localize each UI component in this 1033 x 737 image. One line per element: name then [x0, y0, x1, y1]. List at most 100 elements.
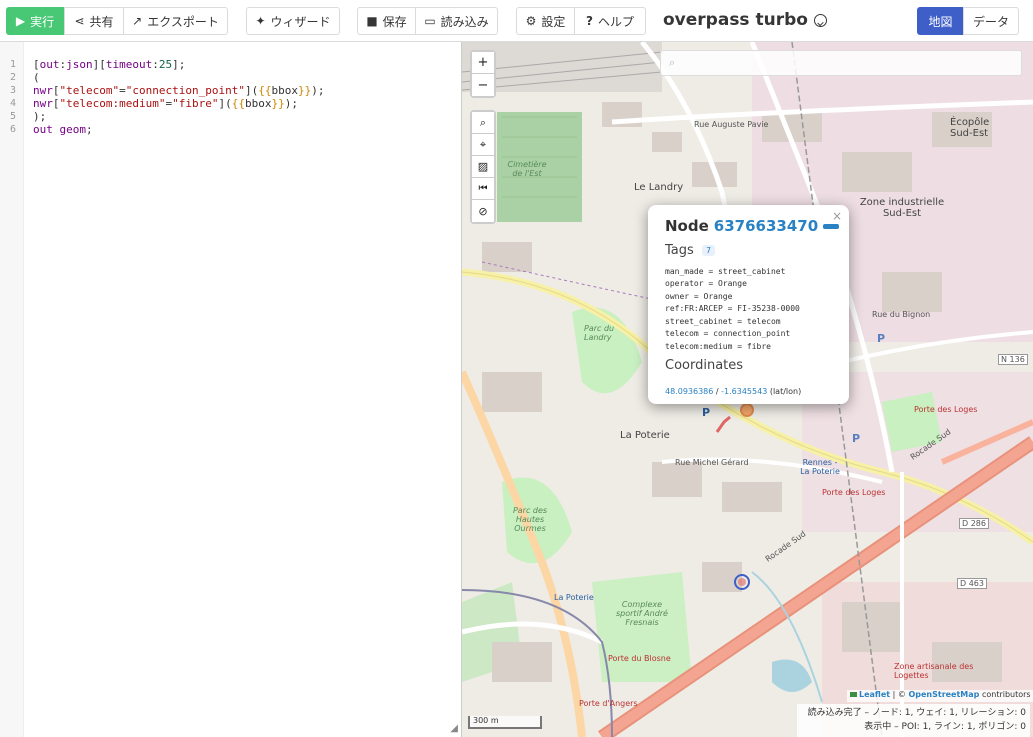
lon-link[interactable]: -1.6345543 — [721, 387, 767, 396]
wizard-label: ウィザード — [270, 14, 331, 29]
map-label-rue-michel-gerard: Rue Michel Gérard — [675, 458, 749, 467]
osm-link[interactable]: OpenStreetMap — [908, 690, 979, 699]
question-icon: ? — [586, 14, 593, 28]
map-label-porte-dangers: Porte d'Angers — [579, 699, 638, 708]
tag-row: owner = Orange — [665, 292, 733, 301]
code-line[interactable]: nwr["telecom:medium"="fibre"]({{bbox}}); — [33, 97, 298, 110]
attribution-contributors: contributors — [981, 690, 1031, 699]
stats-loaded: 読み込み完了 – ノード: 1, ウェイ: 1, リレーション: 0 — [807, 708, 1026, 718]
tag-row: telecom:medium = fibre — [665, 342, 771, 351]
search-icon: ⌕ — [669, 56, 676, 69]
tab-map[interactable]: 地図 — [917, 7, 964, 35]
image-icon: ▨ — [477, 160, 489, 173]
tab-data-label: データ — [972, 14, 1009, 29]
tab-data[interactable]: データ — [963, 7, 1019, 35]
lon-separator: / — [713, 387, 722, 396]
overpass-logo-icon — [813, 13, 827, 27]
line-number-gutter: 1 2 3 4 5 6 — [0, 42, 24, 737]
zoom-out-button[interactable]: − — [472, 74, 494, 96]
tags-heading: Tags — [665, 243, 694, 258]
query-editor[interactable]: 1 2 3 4 5 6 [out:json][timeout:25]; ( nw… — [0, 42, 462, 737]
external-link-icon: ↗ — [132, 14, 143, 28]
map-label-ecopole: Écopôle Sud-Est — [950, 117, 990, 139]
zoom-in-button[interactable]: + — [472, 52, 494, 74]
load-button[interactable]: ▭ 読み込み — [415, 7, 498, 35]
map-label-rue-du-bignon: Rue du Bignon — [872, 310, 931, 319]
tag-row: operator = Orange — [665, 279, 747, 288]
code-line[interactable]: out geom; — [33, 123, 93, 136]
code-line[interactable]: nwr["telecom"="connection_point"]({{bbox… — [33, 84, 324, 97]
toolbar: ▶ 実行 ⋖ 共有 ↗ エクスポート ✦ ウィザード ■ 保存 ▭ 読み込み ⚙… — [0, 0, 1033, 42]
export-label: エクスポート — [147, 14, 219, 29]
popup-title: Node 6376633470 — [665, 217, 840, 235]
wizard-button[interactable]: ✦ ウィザード — [246, 7, 340, 35]
share-icon: ⋖ — [74, 14, 85, 28]
code-line[interactable]: ); — [33, 110, 46, 123]
map-label-rennes-la-poterie: Rennes - La Poterie — [800, 458, 840, 476]
app-root: ▶ 実行 ⋖ 共有 ↗ エクスポート ✦ ウィザード ■ 保存 ▭ 読み込み ⚙… — [0, 0, 1033, 737]
code-line[interactable]: ( — [33, 71, 40, 84]
map-label-zone-artisanale: Zone artisanale des Logettes — [894, 662, 974, 680]
leaflet-link[interactable]: Leaflet — [859, 690, 890, 699]
coordinates-row: 48.0936386 / -1.6345543 (lat/lon) — [665, 387, 801, 396]
svg-text:P: P — [702, 406, 710, 419]
tag-count-badge: 7 — [702, 245, 716, 256]
line-number: 1 — [9, 59, 16, 70]
map-label-le-landry: Le Landry — [634, 182, 684, 193]
svg-text:P: P — [852, 432, 860, 445]
popup-type-label: Node — [665, 217, 709, 235]
latlon-suffix: (lat/lon) — [767, 387, 802, 396]
stats-displayed: 表示中 – POI: 1, ライン: 1, ポリゴン: 0 — [864, 722, 1026, 732]
tag-row: telecom = connection_point — [665, 329, 791, 338]
tag-row: man_made = street_cabinet — [665, 267, 786, 276]
gear-icon: ⚙ — [525, 14, 537, 28]
run-label: 実行 — [30, 14, 55, 29]
map-label-porte-des-loges: Porte des Loges — [822, 488, 886, 497]
code-line[interactable]: [out:json][timeout:25]; — [33, 58, 185, 71]
map-label-zone-industrielle: Zone industrielle Sud-Est — [859, 197, 945, 219]
help-label: ヘルプ — [597, 14, 634, 29]
map-scale: 300 m — [468, 716, 542, 729]
map-label-parc-hautes-ourmes: Parc des Hautes Ourmes — [512, 506, 548, 533]
map-label-porte-des-loges-2: Porte des Loges — [914, 405, 978, 414]
magic-wand-icon: ✦ — [255, 14, 266, 28]
tag-row: street_cabinet = telecom — [665, 317, 781, 326]
map-label-porte-du-blosne: Porte du Blosne — [608, 654, 671, 663]
map-search-input[interactable]: ⌕ — [660, 50, 1022, 76]
settings-label: 設定 — [541, 14, 566, 29]
export-button[interactable]: ↗ エクスポート — [123, 7, 228, 35]
map-view[interactable]: P P P Cimetière de l'Est Le Landry Écopô… — [462, 42, 1033, 737]
skip-back-icon: ⏮ — [478, 183, 488, 194]
zoom-to-data-button[interactable]: ⌕ — [472, 112, 494, 134]
edit-pencil-icon[interactable] — [823, 223, 840, 229]
share-button[interactable]: ⋖ 共有 — [64, 7, 124, 35]
plus-icon: + — [477, 55, 489, 70]
line-number: 4 — [9, 98, 16, 109]
tab-map-label: 地図 — [928, 14, 953, 29]
coordinates-heading: Coordinates — [665, 358, 744, 373]
map-label-la-poterie-metro: La Poterie — [554, 593, 594, 602]
previous-button[interactable]: ⏮ — [472, 178, 494, 200]
map-label-parc-landry: Parc du Landry — [584, 324, 615, 342]
help-button[interactable]: ? ヘルプ — [574, 7, 646, 35]
settings-button[interactable]: ⚙ 設定 — [516, 7, 575, 35]
map-label-rue-auguste-pavie: Rue Auguste Pavie — [694, 120, 769, 129]
locate-button[interactable]: ⌖ — [472, 134, 494, 156]
scale-label: 300 m — [473, 716, 499, 725]
data-stats: 読み込み完了 – ノード: 1, ウェイ: 1, リレーション: 0 表示中 –… — [797, 704, 1030, 737]
node-id-link[interactable]: 6376633470 — [714, 217, 818, 235]
save-button[interactable]: ■ 保存 — [357, 7, 416, 35]
clear-button[interactable]: ⊘ — [472, 200, 494, 222]
ban-icon: ⊘ — [478, 204, 488, 218]
lat-link[interactable]: 48.0936386 — [665, 387, 713, 396]
resize-grip-icon[interactable]: ◢ — [450, 723, 458, 734]
map-label-la-poterie: La Poterie — [620, 430, 670, 441]
line-number: 5 — [9, 111, 16, 122]
map-tool-controls: ⌕ ⌖ ▨ ⏮ ⊘ — [470, 110, 496, 224]
map-attribution: Leaflet | © OpenStreetMap contributors — [847, 690, 1033, 702]
export-image-button[interactable]: ▨ — [472, 156, 494, 178]
load-label: 読み込み — [440, 14, 489, 29]
map-label-d286: D 286 — [959, 518, 989, 529]
run-button[interactable]: ▶ 実行 — [6, 7, 64, 35]
share-label: 共有 — [89, 14, 114, 29]
